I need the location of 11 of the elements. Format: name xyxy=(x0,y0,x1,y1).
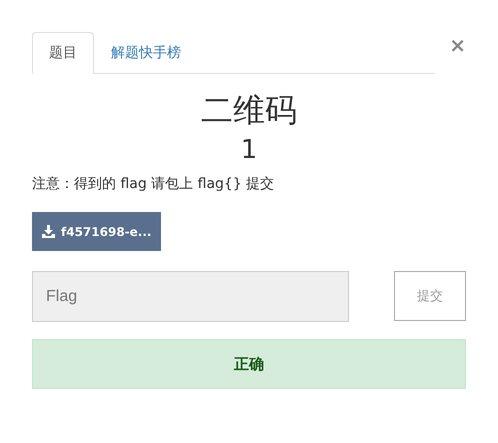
challenge-title: 二维码 xyxy=(200,90,298,130)
tab[interactable]: 题目 xyxy=(32,32,94,74)
download-icon xyxy=(42,225,55,238)
flag-input[interactable]: Flag xyxy=(32,271,349,322)
tab[interactable]: 解题快手榜 xyxy=(94,32,198,74)
download-button[interactable]: f4571698-e... xyxy=(32,212,162,251)
note-text: 注意：得到的 flag 请包上 flag{} 提交 xyxy=(32,175,276,194)
result-alert: 正确 xyxy=(32,339,466,389)
submit-button[interactable]: 提交 xyxy=(394,271,466,321)
close-button[interactable]: × xyxy=(449,34,466,56)
points-value: 1 xyxy=(240,134,258,166)
